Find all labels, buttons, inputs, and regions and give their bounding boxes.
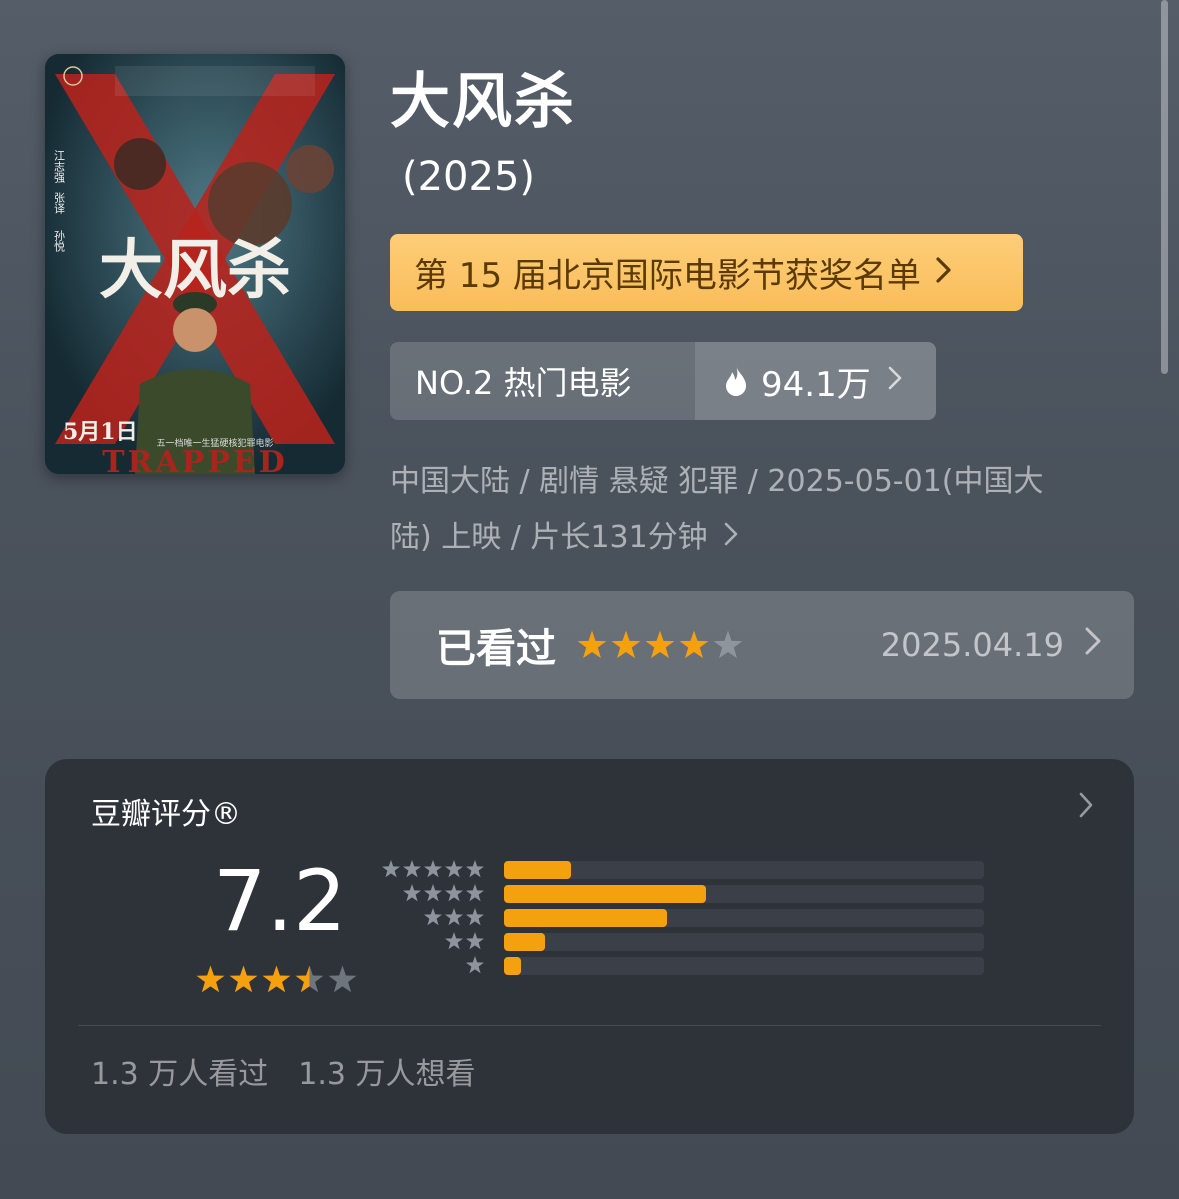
distribution-bar bbox=[504, 933, 545, 951]
scrollbar[interactable] bbox=[1161, 0, 1168, 374]
star-icon bbox=[295, 965, 324, 993]
distribution-track bbox=[504, 957, 984, 975]
rating-counts: 1.3 万人看过 1.3 万人想看 bbox=[91, 1049, 476, 1093]
star-icon bbox=[229, 965, 258, 993]
star-icon bbox=[424, 860, 442, 878]
distribution-row bbox=[380, 883, 990, 905]
watched-count: 1.3 万人看过 bbox=[91, 1057, 269, 1092]
star-icon bbox=[445, 908, 463, 926]
heat-value: 94.1万 bbox=[761, 364, 871, 405]
movie-meta-info[interactable]: 中国大陆 / 剧情 悬疑 犯罪 / 2025-05-01(中国大 陆) 上映 /… bbox=[390, 454, 1130, 566]
distribution-track bbox=[504, 885, 984, 903]
award-banner-label: 第 15 届北京国际电影节获奖名单 bbox=[414, 256, 921, 296]
movie-year: (2025) bbox=[402, 154, 536, 200]
star-icon bbox=[611, 630, 641, 659]
distribution-row-stars bbox=[381, 859, 485, 879]
rating-score: 7.2 bbox=[213, 852, 347, 950]
rating-score-stars bbox=[195, 964, 358, 995]
distribution-row-stars bbox=[402, 883, 485, 903]
poster-artwork: 大风杀 江志强 张译 孙悦 5月1日 五一档唯一生猛硬核犯罪电影 TRAPPED bbox=[45, 54, 345, 474]
star-icon bbox=[445, 932, 463, 950]
want-count: 1.3 万人想看 bbox=[298, 1057, 476, 1092]
distribution-track bbox=[504, 861, 984, 879]
star-icon bbox=[577, 630, 607, 659]
poster-english-title: TRAPPED bbox=[102, 445, 288, 474]
distribution-row bbox=[380, 859, 990, 881]
meta-line-1: 中国大陆 / 剧情 悬疑 犯罪 / 2025-05-01(中国大 bbox=[390, 464, 1044, 499]
ranking-bar[interactable]: NO.2 热门电影 94.1万 bbox=[390, 342, 936, 420]
star-icon bbox=[403, 860, 421, 878]
movie-detail-page: 大风杀 江志强 张译 孙悦 5月1日 五一档唯一生猛硬核犯罪电影 TRAPPED… bbox=[0, 0, 1179, 1199]
star-icon bbox=[466, 884, 484, 902]
card-divider bbox=[78, 1025, 1101, 1026]
award-banner-button[interactable]: 第 15 届北京国际电影节获奖名单 bbox=[390, 234, 1023, 311]
heat-section[interactable]: 94.1万 bbox=[695, 342, 936, 420]
distribution-row-stars bbox=[423, 907, 485, 927]
distribution-track bbox=[504, 909, 984, 927]
poster-cast-3: 孙悦 bbox=[53, 230, 66, 252]
distribution-track bbox=[504, 933, 984, 951]
movie-title: 大风杀 bbox=[390, 67, 576, 137]
flame-icon bbox=[726, 366, 746, 396]
star-icon bbox=[466, 956, 484, 974]
rank-label: NO.2 热门电影 bbox=[390, 342, 695, 420]
distribution-row bbox=[380, 907, 990, 929]
watched-date: 2025.04.19 bbox=[880, 626, 1064, 664]
distribution-bar bbox=[504, 909, 668, 927]
chevron-right-icon bbox=[887, 364, 903, 399]
poster-title: 大风杀 bbox=[99, 233, 291, 308]
douban-rating-card[interactable]: 豆瓣评分® 7.2 1.3 万人看过 1.3 万人想看 bbox=[45, 759, 1134, 1134]
star-icon bbox=[466, 908, 484, 926]
chevron-right-icon bbox=[1084, 626, 1102, 664]
star-icon bbox=[424, 908, 442, 926]
chevron-right-icon bbox=[723, 520, 739, 555]
watched-status-button[interactable]: 已看过 2025.04.19 bbox=[390, 591, 1134, 699]
chevron-right-icon bbox=[935, 253, 953, 293]
watched-label: 已看过 bbox=[436, 626, 556, 672]
poster-cast-2: 张译 bbox=[53, 192, 66, 215]
distribution-row-stars bbox=[444, 931, 485, 951]
star-icon bbox=[679, 630, 709, 659]
distribution-row bbox=[380, 955, 990, 977]
star-icon bbox=[645, 630, 675, 659]
distribution-bar bbox=[504, 957, 521, 975]
distribution-row bbox=[380, 931, 990, 953]
star-icon bbox=[466, 860, 484, 878]
chevron-right-icon[interactable] bbox=[1078, 789, 1094, 827]
star-icon bbox=[196, 965, 225, 993]
star-icon bbox=[466, 932, 484, 950]
distribution-bar bbox=[504, 885, 706, 903]
rating-title: 豆瓣评分® bbox=[91, 797, 241, 832]
star-icon bbox=[424, 884, 442, 902]
star-icon bbox=[262, 965, 291, 993]
star-icon bbox=[445, 860, 463, 878]
distribution-bar bbox=[504, 861, 572, 879]
meta-line-2-wrap: 陆) 上映 / 片长131分钟 bbox=[390, 510, 1130, 566]
star-icon bbox=[403, 884, 421, 902]
star-icon bbox=[328, 965, 357, 993]
movie-poster[interactable]: 大风杀 江志强 张译 孙悦 5月1日 五一档唯一生猛硬核犯罪电影 TRAPPED bbox=[45, 54, 345, 474]
meta-line-2: 陆) 上映 / 片长131分钟 bbox=[390, 520, 708, 555]
poster-cast-1: 江志强 bbox=[53, 150, 66, 184]
star-icon bbox=[713, 630, 743, 659]
poster-release-date: 5月1日 bbox=[63, 419, 138, 445]
distribution-row-stars bbox=[465, 955, 485, 975]
star-icon bbox=[382, 860, 400, 878]
star-icon bbox=[445, 884, 463, 902]
user-rating-stars bbox=[576, 629, 744, 661]
